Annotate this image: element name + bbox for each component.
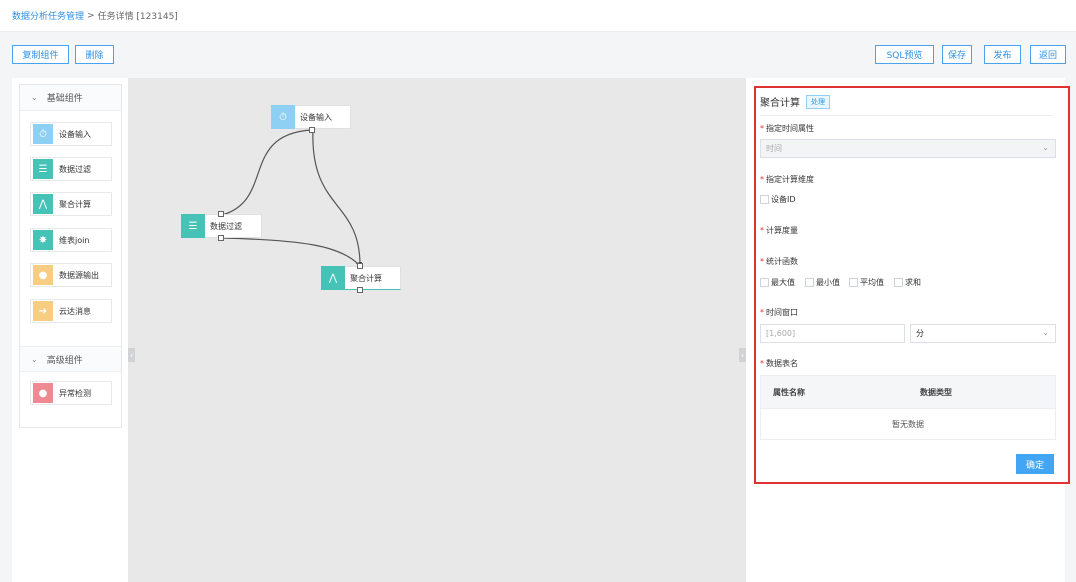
table-icon: ☰ bbox=[181, 214, 205, 238]
network-icon: ⋀ bbox=[321, 266, 345, 290]
node-label: 设备输入 bbox=[300, 112, 332, 122]
node-input-port[interactable] bbox=[357, 263, 363, 269]
node-label: 聚合计算 bbox=[350, 273, 382, 283]
node-label: 数据过滤 bbox=[210, 221, 242, 231]
node-output-port[interactable] bbox=[357, 287, 363, 293]
node-input-port[interactable] bbox=[218, 211, 224, 217]
canvas-node-device-input[interactable]: ⏱ 设备输入 bbox=[271, 105, 351, 129]
node-output-port[interactable] bbox=[309, 127, 315, 133]
node-output-port[interactable] bbox=[218, 235, 224, 241]
edge-input-to-aggregate bbox=[312, 129, 361, 266]
edge-filter-to-aggregate bbox=[221, 237, 360, 266]
stopwatch-icon: ⏱ bbox=[271, 105, 295, 129]
edge-input-to-filter bbox=[221, 129, 312, 216]
flow-edges bbox=[218, 129, 362, 268]
